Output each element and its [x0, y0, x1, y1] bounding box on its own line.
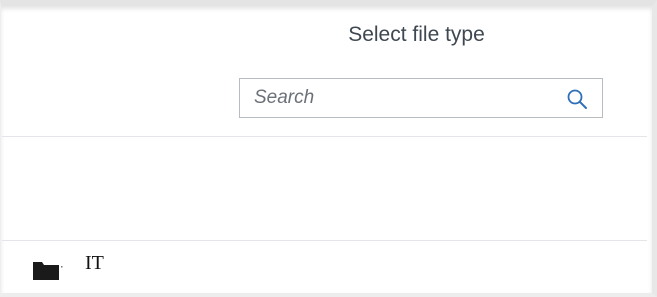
search-field[interactable]: [239, 78, 603, 118]
divider: [2, 136, 647, 137]
folder-icon: [33, 262, 63, 280]
search-icon[interactable]: [566, 88, 588, 110]
search-input[interactable]: [240, 79, 554, 117]
list-item-it[interactable]: IT: [31, 251, 104, 284]
dialog-title: Select file type: [348, 23, 485, 46]
divider: [2, 240, 647, 241]
select-file-type-dialog: Select file type IT: [0, 0, 657, 297]
list-item-label: IT: [85, 251, 104, 274]
